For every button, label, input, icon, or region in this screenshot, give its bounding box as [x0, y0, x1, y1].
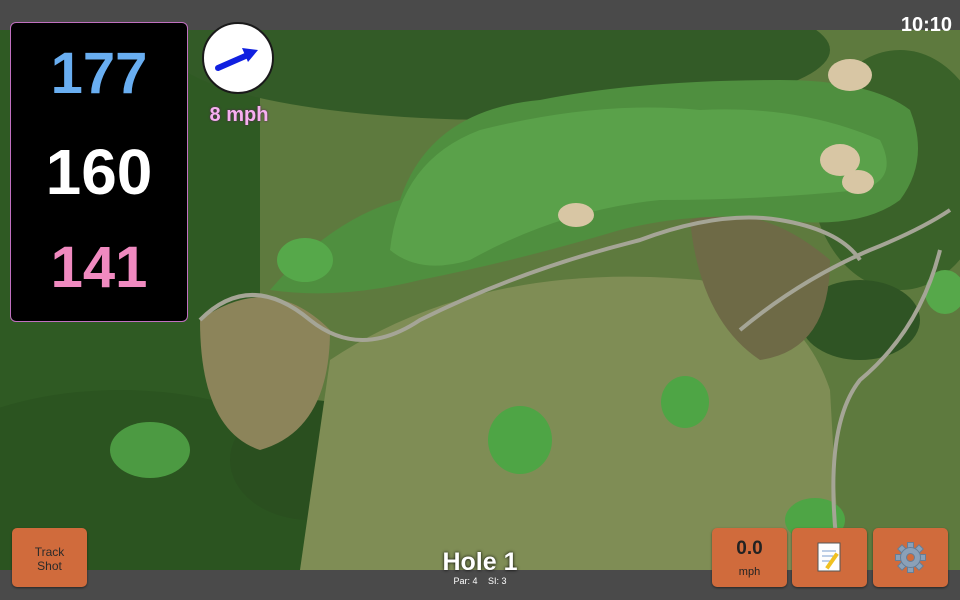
notepad-icon [817, 542, 841, 572]
hole-info: Par: 4 SI: 3 [380, 576, 580, 586]
speed-value: 0.0 [736, 538, 763, 559]
track-shot-button[interactable]: Track Shot [12, 528, 87, 587]
distance-middle: 160 [45, 136, 153, 208]
settings-button[interactable] [873, 528, 948, 587]
speed-button[interactable]: 0.0 mph [712, 528, 787, 587]
notes-button[interactable] [792, 528, 867, 587]
track-shot-label-1: Track [34, 545, 65, 559]
distance-back: 177 [50, 41, 148, 106]
gear-icon [895, 542, 926, 573]
speed-unit: mph [738, 566, 761, 578]
wind-speed: 8 mph [209, 104, 269, 126]
wind-compass [202, 22, 274, 94]
distance-panel: 177 160 141 [10, 22, 188, 322]
hole-title: Hole 1 [442, 548, 518, 576]
hole-stroke-index: SI: 3 [488, 576, 507, 586]
hole-par: Par: 4 [453, 576, 478, 586]
clock-time: 10:10 [900, 14, 952, 36]
wind-direction-arrow-icon [215, 48, 258, 71]
track-shot-label-2: Shot [37, 559, 62, 573]
distance-front: 141 [50, 235, 148, 300]
